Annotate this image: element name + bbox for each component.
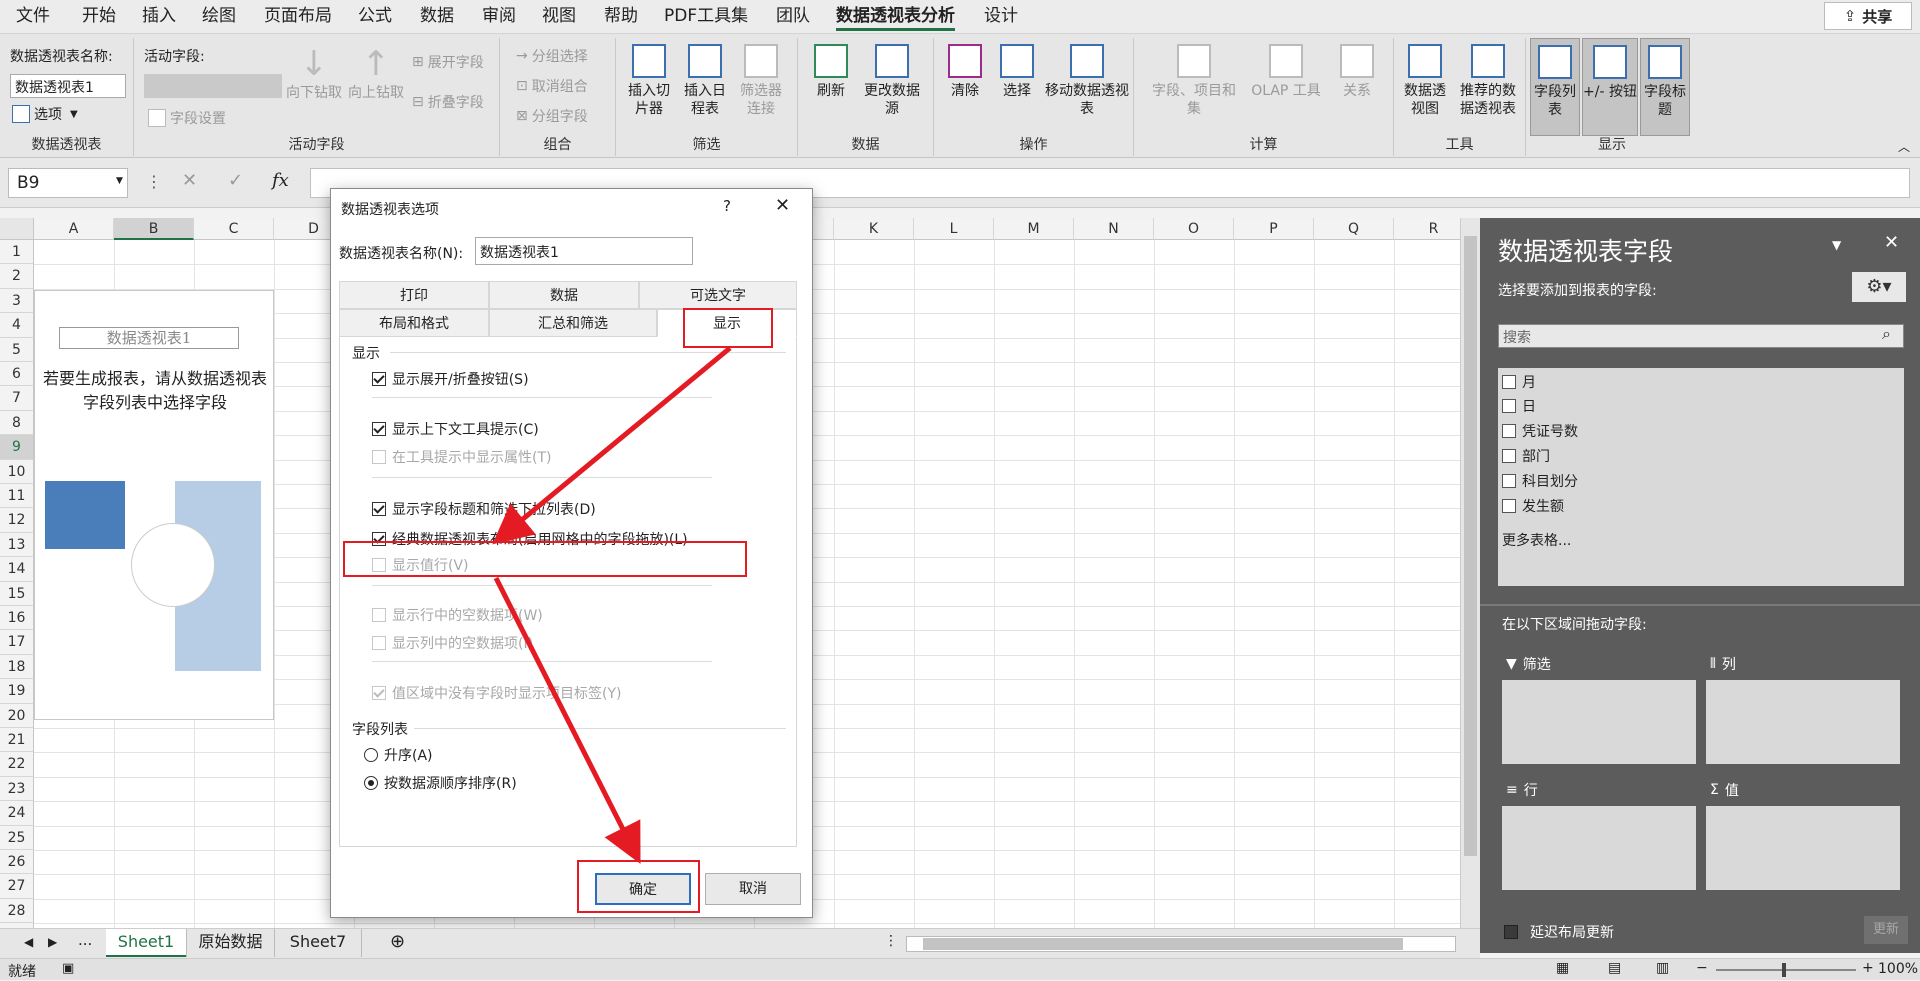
field-item-month[interactable]: 月 bbox=[1502, 372, 1536, 392]
scroll-thumb[interactable] bbox=[923, 938, 1403, 950]
checkbox-icon bbox=[1502, 399, 1516, 413]
zoom-level[interactable]: 100% bbox=[1878, 961, 1918, 977]
pivot-field-pane: 数据透视表字段 ▼ ✕ 选择要添加到报表的字段: ⚙▾ 搜索 ⌕ 月 日 凭证号… bbox=[1480, 218, 1920, 953]
more-tables-link[interactable]: 更多表格... bbox=[1502, 530, 1571, 550]
more-icon[interactable]: ⋮ bbox=[884, 933, 898, 949]
defer-update-checkbox[interactable]: 延迟布局更新 bbox=[1504, 922, 1614, 942]
normal-view-icon[interactable]: ▦ bbox=[1556, 960, 1569, 976]
arrow-to-ok-button bbox=[493, 576, 641, 864]
area-values-box[interactable] bbox=[1706, 806, 1900, 890]
status-ready: 就绪 bbox=[8, 964, 36, 980]
area-rows-box[interactable] bbox=[1502, 806, 1696, 890]
add-sheet-icon[interactable]: ⊕ bbox=[390, 931, 405, 952]
vertical-scrollbar[interactable] bbox=[1460, 218, 1480, 928]
checkbox-icon bbox=[1502, 375, 1516, 389]
columns-icon: ⫴ bbox=[1710, 656, 1716, 672]
scroll-thumb[interactable] bbox=[1464, 236, 1477, 856]
sheet-tab-original-data[interactable]: 原始数据 bbox=[186, 929, 274, 957]
area-values-label: Σ值 bbox=[1710, 782, 1739, 799]
area-filter-label: ▼ 筛选 bbox=[1506, 656, 1551, 673]
status-bar: 就绪 ▣ ▦ ▤ ▥ − + 100% bbox=[0, 958, 1920, 980]
field-item-voucher[interactable]: 凭证号数 bbox=[1502, 421, 1578, 441]
search-icon: ⌕ bbox=[1882, 324, 1891, 343]
sheet-tab-bar: ◀ ▶ ... Sheet1 原始数据 Sheet7 ⊕ ⋮ bbox=[0, 928, 1480, 958]
zoom-out-icon[interactable]: − bbox=[1696, 960, 1708, 976]
checkbox-icon bbox=[1504, 925, 1518, 939]
search-input[interactable]: 搜索 bbox=[1498, 324, 1904, 348]
checkbox-icon bbox=[1502, 499, 1516, 513]
area-filter-box[interactable] bbox=[1502, 680, 1696, 764]
filter-icon: ▼ bbox=[1506, 656, 1517, 672]
zoom-in-icon[interactable]: + bbox=[1862, 960, 1874, 976]
horizontal-scrollbar[interactable] bbox=[906, 936, 1456, 952]
macro-record-icon[interactable]: ▣ bbox=[62, 961, 74, 976]
rows-icon: ≡ bbox=[1506, 782, 1518, 798]
checkbox-icon bbox=[1502, 424, 1516, 438]
drag-fields-label: 在以下区域间拖动字段: bbox=[1502, 617, 1647, 633]
scroll-left-icon[interactable]: ◀ bbox=[24, 935, 33, 949]
field-item-amount[interactable]: 发生额 bbox=[1502, 496, 1564, 516]
field-list: 月 日 凭证号数 部门 科目划分 发生额 更多表格... bbox=[1498, 368, 1904, 586]
pane-close-icon[interactable]: ✕ bbox=[1884, 232, 1899, 253]
page-break-icon[interactable]: ▥ bbox=[1656, 960, 1669, 976]
field-item-department[interactable]: 部门 bbox=[1502, 446, 1550, 466]
sheet-tab-sheet7[interactable]: Sheet7 bbox=[274, 929, 362, 957]
area-columns-box[interactable] bbox=[1706, 680, 1900, 764]
pane-splitter[interactable] bbox=[1480, 604, 1920, 606]
pane-options-chevron-icon[interactable]: ▼ bbox=[1832, 238, 1841, 252]
page-layout-icon[interactable]: ▤ bbox=[1608, 960, 1621, 976]
zoom-thumb[interactable] bbox=[1782, 963, 1786, 977]
checkbox-icon bbox=[1502, 449, 1516, 463]
gear-icon[interactable]: ⚙▾ bbox=[1852, 272, 1906, 302]
update-button[interactable]: 更新 bbox=[1864, 916, 1908, 944]
arrow-to-classic-layout bbox=[492, 346, 732, 545]
area-rows-label: ≡ 行 bbox=[1506, 782, 1538, 799]
sigma-icon: Σ bbox=[1710, 782, 1719, 798]
sheet-tab-sheet1[interactable]: Sheet1 bbox=[106, 929, 186, 957]
checkbox-icon bbox=[1502, 474, 1516, 488]
pane-title: 数据透视表字段 bbox=[1498, 237, 1674, 266]
more-sheets-button[interactable]: ... bbox=[78, 931, 92, 949]
zoom-slider[interactable] bbox=[1716, 963, 1856, 977]
scroll-right-icon[interactable]: ▶ bbox=[48, 935, 57, 949]
field-item-day[interactable]: 日 bbox=[1502, 396, 1536, 416]
field-item-account[interactable]: 科目划分 bbox=[1502, 471, 1578, 491]
pane-subtitle: 选择要添加到报表的字段: bbox=[1498, 283, 1657, 299]
area-columns-label: ⫴ 列 bbox=[1710, 656, 1736, 673]
